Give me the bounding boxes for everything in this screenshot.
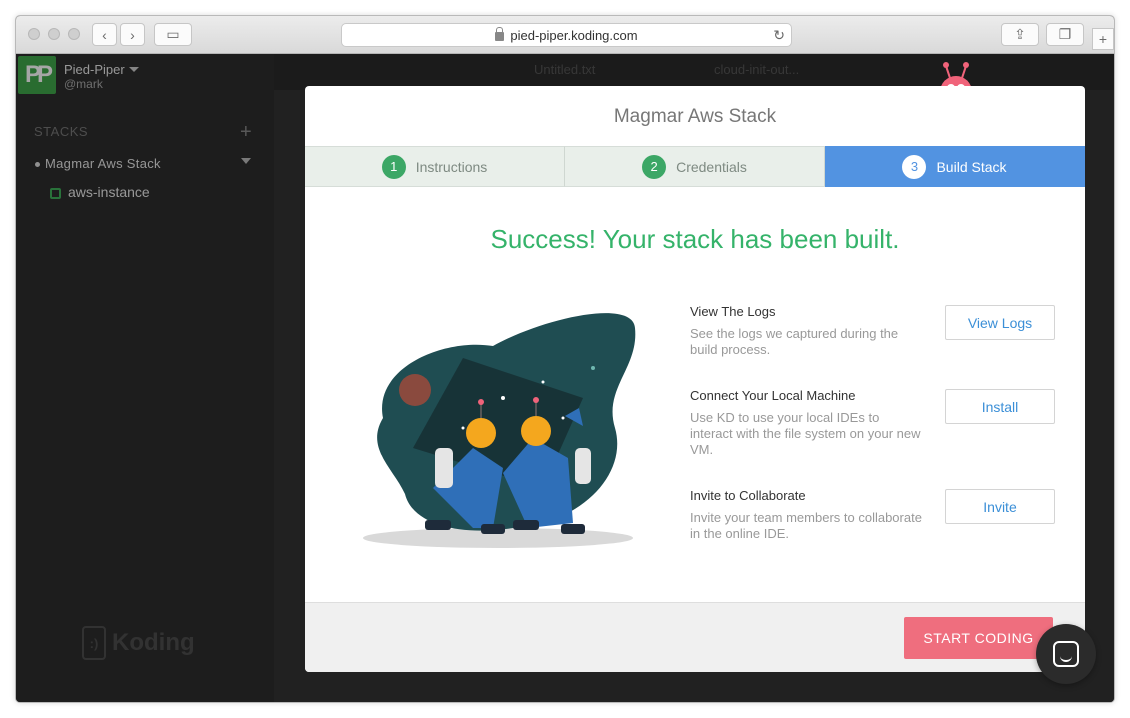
step-number: 2 [642,154,667,179]
chat-launcher-button[interactable] [1036,624,1096,684]
start-coding-button[interactable]: START CODING [904,617,1053,659]
zoom-window-button[interactable] [68,28,80,40]
modal-title: Magmar Aws Stack [613,106,777,127]
share-icon: ⇪ [1014,26,1026,42]
forward-button[interactable]: › [120,23,145,46]
success-message: Success! Your stack has been built. [490,224,900,254]
action-description: Invite your team members to collaborate … [690,510,922,541]
url-text: pied-piper.koding.com [510,27,638,43]
step-instructions[interactable]: 1 Instructions [305,146,565,187]
share-button[interactable]: ⇪ [1001,23,1039,46]
step-label: Instructions [415,158,488,175]
step-credentials[interactable]: 2 Credentials [565,146,825,187]
close-window-button[interactable] [28,28,40,40]
sidebar-icon: ▭ [166,26,180,42]
action-title: Connect Your Local Machine [690,388,856,403]
plus-icon: + [1098,31,1108,47]
sidebar-toggle-button[interactable]: ▭ [154,23,192,46]
modal-footer: START CODING [305,602,1085,672]
view-logs-button[interactable]: View Logs [945,305,1055,340]
new-tab-button[interactable]: + [1092,28,1114,50]
action-title: View The Logs [690,304,776,319]
tabs-icon: ❐ [1058,26,1072,42]
action-title: Invite to Collaborate [690,488,806,503]
build-stack-modal: Magmar Aws Stack 1 Instructions 2 Creden… [305,86,1085,672]
step-build-stack[interactable]: 3 Build Stack [825,146,1085,187]
action-description: Use KD to use your local IDEs to interac… [690,410,921,457]
lock-icon [495,26,505,41]
tabs-button[interactable]: ❐ [1046,23,1084,46]
step-label: Build Stack [936,158,1007,175]
step-label: Credentials [676,158,747,175]
browser-toolbar: ‹ › ▭ pied-piper.koding.com ↻ ⇪ ❐ + [16,16,1114,54]
address-bar[interactable]: pied-piper.koding.com ↻ [341,23,792,47]
stepper: 1 Instructions 2 Credentials 3 Build Sta… [305,146,1085,187]
action-description: See the logs we captured during the buil… [690,326,899,357]
chevron-left-icon: ‹ [102,26,107,43]
browser-window: ‹ › ▭ pied-piper.koding.com ↻ ⇪ ❐ + PP P… [15,15,1115,703]
astronauts-illustration [363,313,636,548]
reload-icon[interactable]: ↻ [773,27,785,44]
step-number: 1 [381,154,406,179]
install-button[interactable]: Install [945,389,1055,424]
step-number: 3 [902,154,927,179]
chevron-right-icon: › [130,26,135,43]
back-button[interactable]: ‹ [92,23,117,46]
minimize-window-button[interactable] [48,28,60,40]
invite-button[interactable]: Invite [945,489,1055,524]
chat-icon [1053,641,1079,667]
